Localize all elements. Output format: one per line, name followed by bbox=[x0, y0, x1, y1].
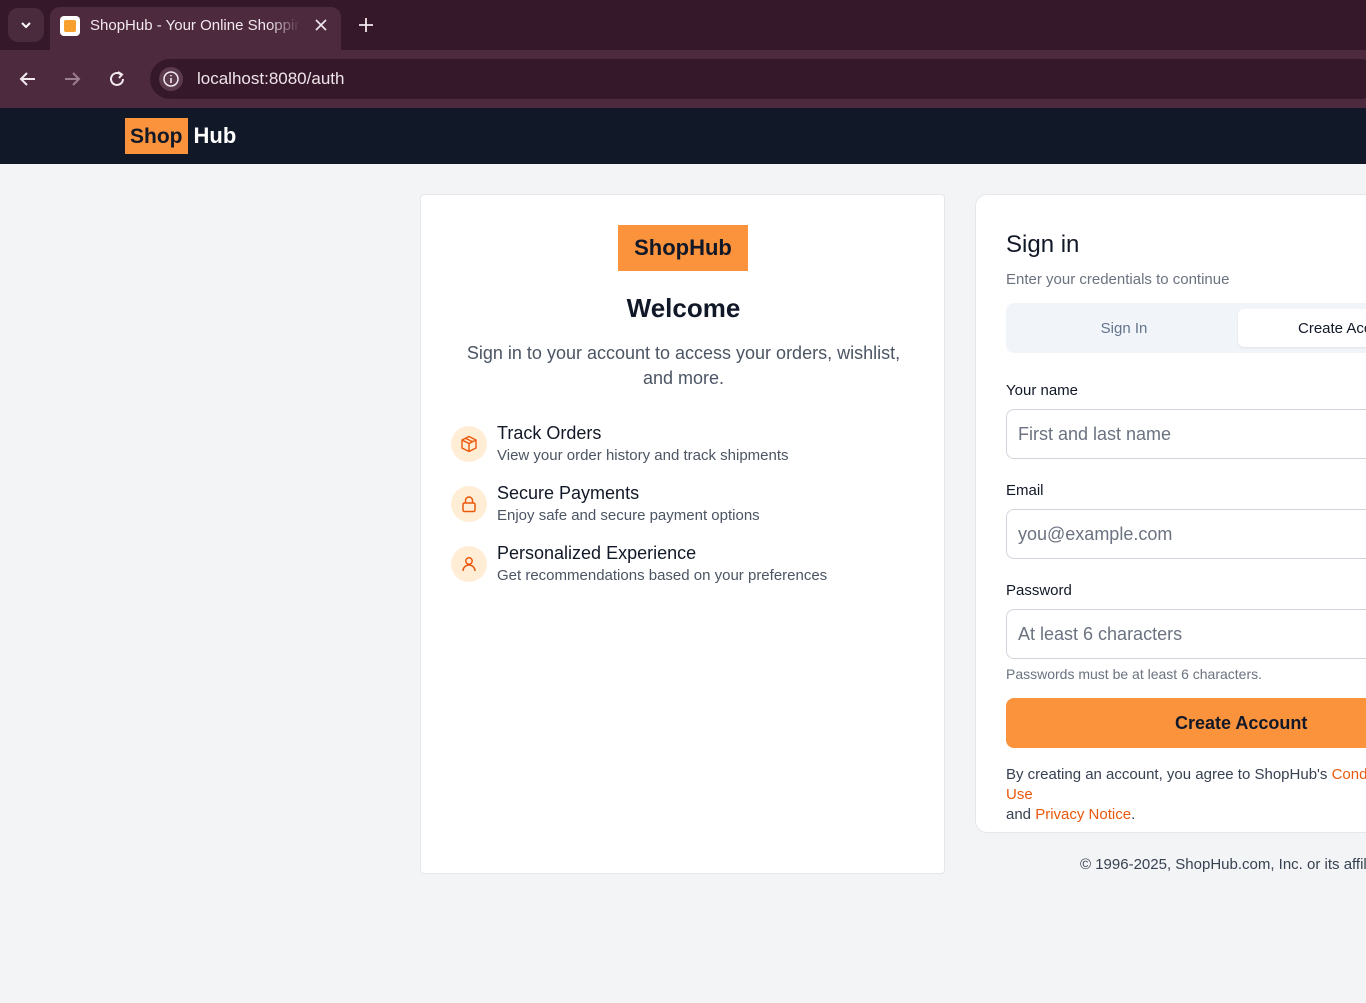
legal-text: By creating an account, you agree to Sho… bbox=[1006, 765, 1366, 825]
legal-prefix: By creating an account, you agree to Sho… bbox=[1006, 766, 1328, 783]
copyright-text: © 1996-2025, ShopHub.com, Inc. or its af… bbox=[1080, 856, 1366, 873]
feature-secure-payments: Secure Payments Enjoy safe and secure pa… bbox=[451, 483, 921, 533]
favicon-icon bbox=[60, 16, 80, 36]
user-icon bbox=[451, 546, 487, 582]
auth-card: Sign in Enter your credentials to contin… bbox=[975, 194, 1366, 833]
new-tab-button[interactable] bbox=[352, 11, 380, 39]
legal-and: and bbox=[1006, 806, 1032, 823]
plus-icon bbox=[359, 18, 373, 32]
auth-title: Sign in bbox=[1006, 231, 1080, 258]
tab-search-button[interactable] bbox=[8, 8, 44, 42]
tab-title: ShopHub - Your Online Shopping bbox=[90, 17, 300, 34]
feature-title: Personalized Experience bbox=[497, 543, 697, 563]
email-input[interactable] bbox=[1006, 509, 1366, 559]
password-input[interactable] bbox=[1006, 609, 1366, 659]
site-info-icon[interactable] bbox=[159, 67, 183, 91]
card-logo: ShopHub bbox=[618, 225, 748, 271]
feature-title: Secure Payments bbox=[497, 483, 640, 503]
feature-desc: View your order history and track shipme… bbox=[497, 447, 789, 464]
forward-button[interactable] bbox=[57, 64, 87, 94]
package-icon bbox=[451, 426, 487, 462]
arrow-left-icon bbox=[19, 72, 35, 86]
tab-sign-in[interactable]: Sign In bbox=[1012, 309, 1236, 347]
legal-suffix: . bbox=[1131, 806, 1136, 823]
chevron-down-icon bbox=[21, 22, 31, 29]
welcome-title: Welcome bbox=[626, 293, 741, 323]
tab-create-account[interactable]: Create Account bbox=[1238, 309, 1366, 347]
back-button[interactable] bbox=[13, 64, 43, 94]
site-header: Shop Hub bbox=[0, 108, 1366, 164]
reload-icon bbox=[110, 71, 124, 86]
welcome-subtitle: Sign in to your account to access your o… bbox=[466, 343, 901, 388]
name-input[interactable] bbox=[1006, 409, 1366, 459]
browser-toolbar: localhost:8080/auth bbox=[0, 50, 1366, 108]
close-tab-button[interactable] bbox=[310, 14, 332, 36]
url-text: localhost:8080/auth bbox=[197, 69, 345, 88]
arrow-right-icon bbox=[65, 72, 81, 86]
browser-tab[interactable]: ShopHub - Your Online Shopping bbox=[50, 7, 341, 50]
feature-personalized-experience: Personalized Experience Get recommendati… bbox=[451, 543, 921, 593]
create-account-button[interactable]: Create Account bbox=[1006, 698, 1366, 748]
welcome-card: ShopHub Welcome Sign in to your account … bbox=[420, 194, 945, 874]
feature-title: Track Orders bbox=[497, 423, 602, 443]
address-bar[interactable]: localhost:8080/auth bbox=[150, 59, 1366, 99]
reload-button[interactable] bbox=[102, 64, 132, 94]
email-label: Email bbox=[1006, 482, 1044, 499]
browser-tab-bar: ShopHub - Your Online Shopping bbox=[0, 0, 1366, 50]
feature-track-orders: Track Orders View your order history and… bbox=[451, 423, 921, 473]
logo-shop-text: Shop bbox=[125, 118, 188, 154]
privacy-link[interactable]: Privacy Notice bbox=[1035, 806, 1131, 823]
feature-desc: Get recommendations based on your prefer… bbox=[497, 567, 828, 584]
lock-icon bbox=[451, 486, 487, 522]
site-logo[interactable]: Shop Hub bbox=[125, 118, 236, 154]
name-label: Your name bbox=[1006, 382, 1078, 399]
auth-subtitle: Enter your credentials to continue bbox=[1006, 271, 1230, 288]
password-hint: Passwords must be at least 6 characters. bbox=[1006, 666, 1262, 682]
logo-hub-text: Hub bbox=[193, 123, 237, 148]
auth-tabs: Sign In Create Account bbox=[1006, 303, 1366, 353]
feature-desc: Enjoy safe and secure payment options bbox=[497, 507, 760, 524]
close-icon bbox=[315, 19, 327, 31]
password-label: Password bbox=[1006, 582, 1072, 599]
